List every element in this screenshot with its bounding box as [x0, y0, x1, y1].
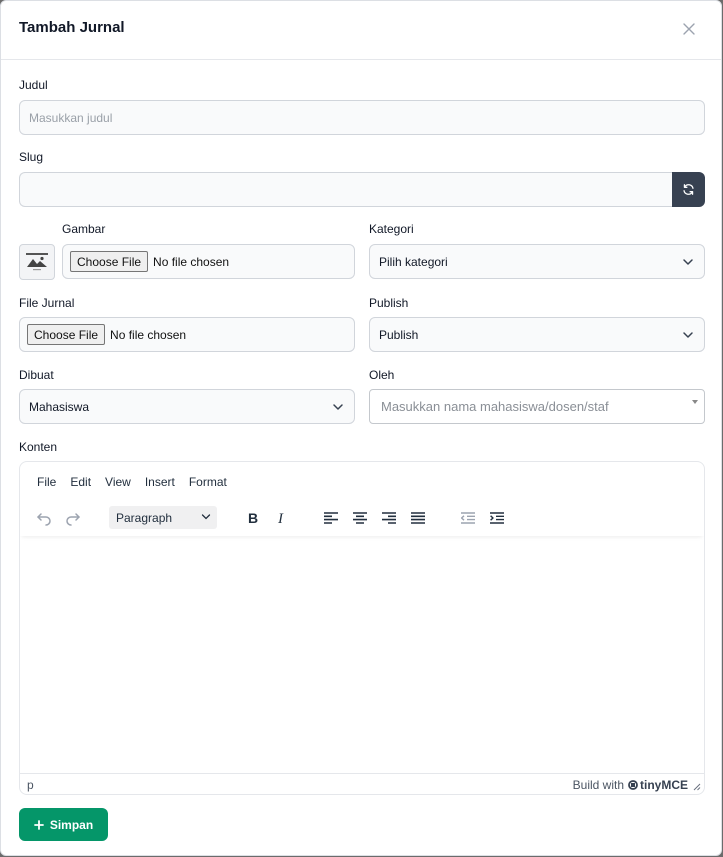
dropdown-arrow-icon — [692, 400, 698, 404]
brand-prefix: Build with — [572, 778, 624, 792]
save-button[interactable]: Simpan — [19, 808, 108, 841]
slug-input[interactable] — [19, 172, 673, 207]
menu-file[interactable]: File — [30, 475, 63, 489]
slug-group — [19, 172, 705, 207]
chevron-down-icon — [683, 332, 693, 338]
gambar-file-input[interactable]: Choose File No file chosen — [62, 244, 355, 279]
slug-label: Slug — [19, 150, 44, 164]
kategori-select[interactable]: Pilih kategori — [369, 244, 705, 279]
modal-header: Tambah Jurnal — [1, 1, 721, 60]
align-center-icon — [353, 512, 367, 524]
dibuat-label: Dibuat — [19, 368, 54, 382]
editor-content-area[interactable] — [20, 538, 704, 774]
align-right-button[interactable] — [379, 508, 399, 528]
editor-branding[interactable]: Build with tinyMCE — [573, 778, 688, 792]
dibuat-select[interactable]: Mahasiswa — [19, 389, 355, 424]
undo-icon — [37, 513, 51, 526]
gambar-file-status: No file chosen — [153, 254, 230, 269]
bold-button[interactable]: B — [243, 508, 263, 528]
close-icon — [683, 23, 695, 35]
judul-label: Judul — [19, 78, 48, 92]
svg-text:B: B — [248, 511, 258, 525]
block-format-value: Paragraph — [116, 510, 173, 525]
chevron-down-icon — [201, 514, 211, 520]
kategori-selected: Pilih kategori — [379, 254, 448, 269]
element-path[interactable]: p — [27, 778, 34, 792]
save-button-label: Simpan — [49, 817, 94, 832]
editor-menubar: File Edit View Insert Format — [30, 475, 234, 489]
gambar-choose-file-button[interactable]: Choose File — [70, 251, 149, 272]
gambar-label: Gambar — [62, 222, 106, 236]
tinymce-icon — [628, 780, 638, 790]
publish-selected: Publish — [379, 327, 419, 342]
tinymce-logo: tinyMCE — [628, 778, 688, 792]
indent-button[interactable] — [487, 508, 507, 528]
svg-text:I: I — [277, 511, 284, 525]
refresh-icon — [683, 184, 694, 195]
menu-view[interactable]: View — [98, 475, 138, 489]
indent-icon — [490, 512, 504, 524]
kategori-label: Kategori — [369, 222, 414, 236]
redo-icon — [66, 513, 80, 526]
judul-placeholder: Masukkan judul — [29, 110, 113, 125]
image-preview — [19, 244, 55, 280]
editor-toolbar: Paragraph B I — [20, 500, 704, 536]
align-left-icon — [324, 512, 338, 524]
editor-statusbar: p Build with tinyMCE — [20, 773, 704, 794]
menu-format[interactable]: Format — [182, 475, 234, 489]
align-left-button[interactable] — [321, 508, 341, 528]
image-placeholder-icon — [26, 253, 48, 271]
bold-icon: B — [248, 511, 258, 525]
publish-select[interactable]: Publish — [369, 317, 705, 352]
menu-insert[interactable]: Insert — [138, 475, 182, 489]
publish-label: Publish — [369, 296, 409, 310]
file-jurnal-status: No file chosen — [110, 327, 187, 342]
outdent-button[interactable] — [458, 508, 478, 528]
align-justify-icon — [411, 512, 425, 524]
close-button[interactable] — [679, 19, 699, 39]
menu-edit[interactable]: Edit — [63, 475, 98, 489]
align-center-button[interactable] — [350, 508, 370, 528]
plus-icon — [33, 819, 44, 830]
dibuat-selected: Mahasiswa — [29, 399, 90, 414]
block-format-select[interactable]: Paragraph — [109, 506, 217, 529]
brand-name: tinyMCE — [640, 778, 688, 792]
oleh-select[interactable]: Masukkan nama mahasiswa/dosen/staf — [369, 389, 705, 424]
redo-button[interactable] — [63, 508, 83, 528]
oleh-label: Oleh — [369, 368, 395, 382]
chevron-down-icon — [683, 259, 693, 265]
align-justify-button[interactable] — [408, 508, 428, 528]
align-right-icon — [382, 512, 396, 524]
file-jurnal-input[interactable]: Choose File No file chosen — [19, 317, 355, 352]
chevron-down-icon — [333, 404, 343, 410]
file-jurnal-choose-file-button[interactable]: Choose File — [27, 324, 106, 345]
rich-text-editor: File Edit View Insert Format Paragraph B… — [19, 461, 705, 795]
italic-icon: I — [277, 511, 284, 525]
italic-button[interactable]: I — [271, 508, 291, 528]
oleh-placeholder: Masukkan nama mahasiswa/dosen/staf — [381, 399, 609, 414]
judul-input[interactable]: Masukkan judul — [19, 100, 705, 135]
regenerate-slug-button[interactable] — [672, 172, 705, 207]
modal-dialog: Tambah Jurnal Judul Masukkan judul Slug … — [0, 0, 722, 856]
modal-title: Tambah Jurnal — [19, 19, 125, 36]
outdent-icon — [461, 512, 475, 524]
konten-label: Konten — [19, 440, 58, 454]
file-jurnal-label: File Jurnal — [19, 296, 75, 310]
undo-button[interactable] — [34, 508, 54, 528]
resize-handle-icon[interactable] — [693, 783, 701, 791]
